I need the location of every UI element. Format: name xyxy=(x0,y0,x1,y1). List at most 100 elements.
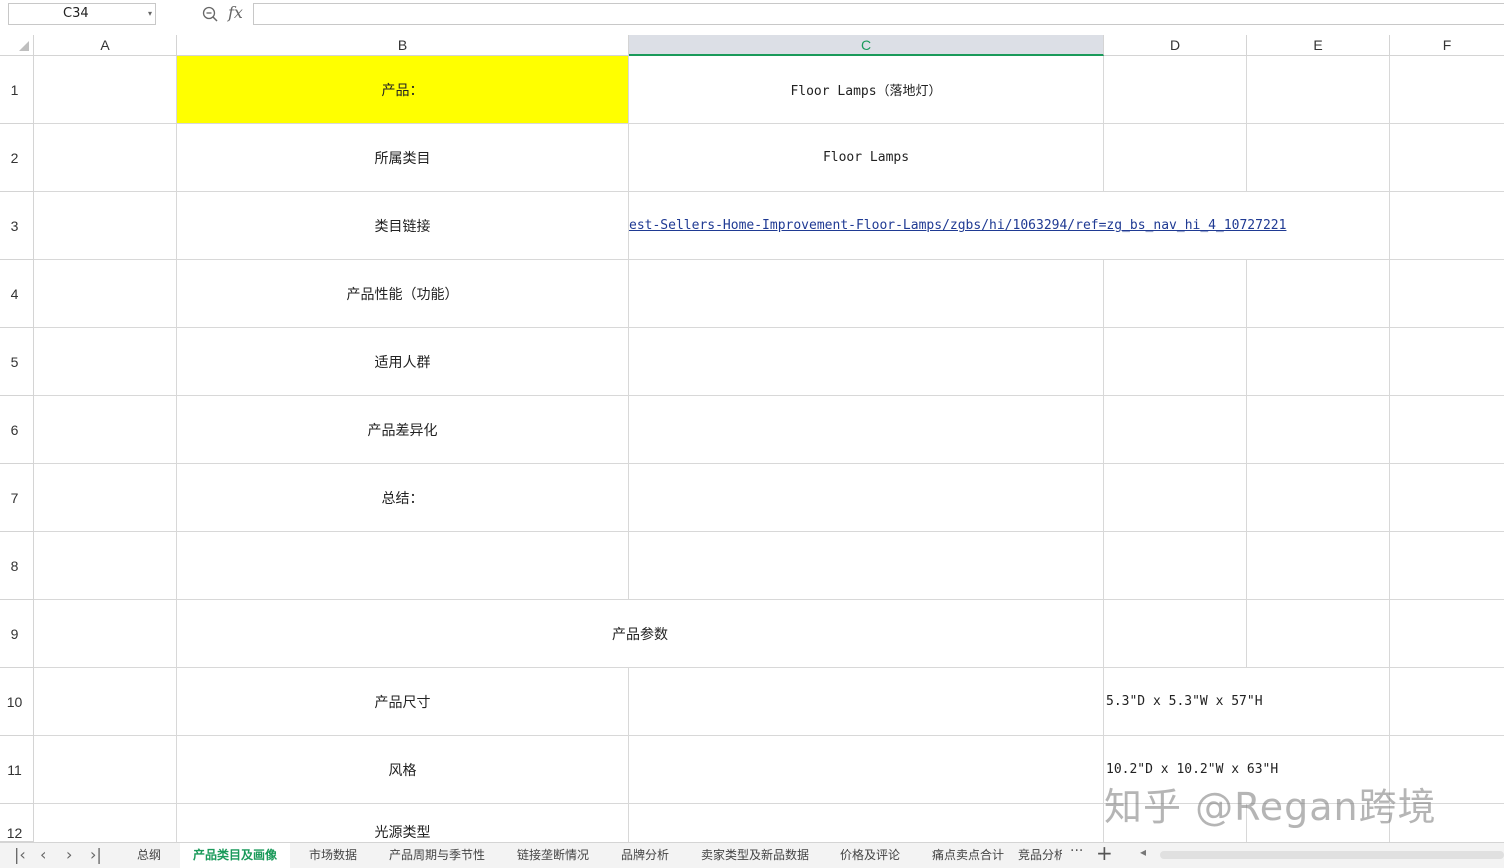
cell-f9[interactable] xyxy=(1390,600,1504,668)
cell-f4[interactable] xyxy=(1390,260,1504,328)
cell-f7[interactable] xyxy=(1390,464,1504,532)
zoom-out-icon[interactable] xyxy=(202,6,218,22)
cell-a3[interactable] xyxy=(34,192,177,260)
cell-c8[interactable] xyxy=(629,532,1104,600)
row-header-6[interactable]: 6 xyxy=(0,396,34,464)
cell-e1[interactable] xyxy=(1247,56,1390,124)
category-link[interactable]: est-Sellers-Home-Improvement-Floor-Lamps… xyxy=(629,218,1286,233)
cell-f6[interactable] xyxy=(1390,396,1504,464)
name-box[interactable]: C34 ▾ xyxy=(8,3,156,25)
cell-a9[interactable] xyxy=(34,600,177,668)
sheet-tab-2[interactable]: 市场数据 xyxy=(298,843,368,868)
cell-d8[interactable] xyxy=(1104,532,1247,600)
formula-input[interactable] xyxy=(253,3,1504,25)
cell-c10[interactable] xyxy=(629,668,1104,736)
cell-f8[interactable] xyxy=(1390,532,1504,600)
cell-b4[interactable]: 产品性能（功能） xyxy=(177,260,629,328)
cell-c12[interactable] xyxy=(629,804,1104,842)
cell-b8[interactable] xyxy=(177,532,629,600)
sheet-tab-0[interactable]: 总纲 xyxy=(124,843,174,868)
sheet-tab-5[interactable]: 品牌分析 xyxy=(608,843,682,868)
sheet-tab-3[interactable]: 产品周期与季节性 xyxy=(376,843,498,868)
cell-d7[interactable] xyxy=(1104,464,1247,532)
cell-e5[interactable] xyxy=(1247,328,1390,396)
row-header-1[interactable]: 1 xyxy=(0,56,34,124)
cell-d6[interactable] xyxy=(1104,396,1247,464)
cell-d10[interactable]: 5.3"D x 5.3"W x 57"H xyxy=(1104,668,1390,736)
cell-a1[interactable] xyxy=(34,56,177,124)
cell-c11[interactable] xyxy=(629,736,1104,804)
cell-b11[interactable]: 风格 xyxy=(177,736,629,804)
row-header-12[interactable]: 12 xyxy=(0,804,34,842)
cell-b3[interactable]: 类目链接 xyxy=(177,192,629,260)
cell-d9[interactable] xyxy=(1104,600,1247,668)
column-header-d[interactable]: D xyxy=(1104,35,1247,56)
cell-d5[interactable] xyxy=(1104,328,1247,396)
sheet-tab-9[interactable]: 竞品分析 xyxy=(1018,843,1062,868)
cell-b2[interactable]: 所属类目 xyxy=(177,124,629,192)
more-sheets-icon[interactable]: ··· xyxy=(1070,843,1083,859)
cell-d1[interactable] xyxy=(1104,56,1247,124)
cell-c6[interactable] xyxy=(629,396,1104,464)
sheet-tab-4[interactable]: 链接垄断情况 xyxy=(506,843,600,868)
cell-c3[interactable]: est-Sellers-Home-Improvement-Floor-Lamps… xyxy=(629,192,1390,260)
cell-b9-merged[interactable]: 产品参数 xyxy=(177,600,1104,668)
cell-c2[interactable]: Floor Lamps xyxy=(629,124,1104,192)
column-header-b[interactable]: B xyxy=(177,35,629,56)
cell-b10[interactable]: 产品尺寸 xyxy=(177,668,629,736)
sheet-tab-6[interactable]: 卖家类型及新品数据 xyxy=(690,843,820,868)
cell-a12[interactable] xyxy=(34,804,177,842)
cell-e6[interactable] xyxy=(1247,396,1390,464)
column-header-c[interactable]: C xyxy=(629,35,1104,56)
scrollbar-thumb[interactable] xyxy=(1160,851,1504,859)
row-header-4[interactable]: 4 xyxy=(0,260,34,328)
first-sheet-icon[interactable]: |‹ xyxy=(14,845,26,864)
cell-a2[interactable] xyxy=(34,124,177,192)
next-sheet-icon[interactable]: › xyxy=(66,845,72,864)
cell-e4[interactable] xyxy=(1247,260,1390,328)
select-all-corner[interactable] xyxy=(0,35,34,56)
cell-a8[interactable] xyxy=(34,532,177,600)
cell-c1[interactable]: Floor Lamps（落地灯） xyxy=(629,56,1104,124)
cell-e8[interactable] xyxy=(1247,532,1390,600)
last-sheet-icon[interactable]: ›| xyxy=(90,845,102,864)
cell-f1[interactable] xyxy=(1390,56,1504,124)
row-header-7[interactable]: 7 xyxy=(0,464,34,532)
column-header-e[interactable]: E xyxy=(1247,35,1390,56)
row-header-3[interactable]: 3 xyxy=(0,192,34,260)
prev-sheet-icon[interactable]: ‹ xyxy=(40,845,46,864)
cell-d4[interactable] xyxy=(1104,260,1247,328)
row-header-8[interactable]: 8 xyxy=(0,532,34,600)
row-header-5[interactable]: 5 xyxy=(0,328,34,396)
cell-a6[interactable] xyxy=(34,396,177,464)
cell-b12[interactable]: 光源类型 xyxy=(177,804,629,842)
row-header-11[interactable]: 11 xyxy=(0,736,34,804)
cell-d2[interactable] xyxy=(1104,124,1247,192)
cell-f3[interactable] xyxy=(1390,192,1504,260)
cell-a11[interactable] xyxy=(34,736,177,804)
cell-b7[interactable]: 总结： xyxy=(177,464,629,532)
cell-e9[interactable] xyxy=(1247,600,1390,668)
cell-f5[interactable] xyxy=(1390,328,1504,396)
sheet-tab-8[interactable]: 痛点卖点合计 xyxy=(920,843,1016,868)
row-header-2[interactable]: 2 xyxy=(0,124,34,192)
column-header-f[interactable]: F xyxy=(1390,35,1504,56)
cell-b6[interactable]: 产品差异化 xyxy=(177,396,629,464)
row-header-9[interactable]: 9 xyxy=(0,600,34,668)
cell-b5[interactable]: 适用人群 xyxy=(177,328,629,396)
cell-b1[interactable]: 产品： xyxy=(177,56,629,124)
sheet-tab-7[interactable]: 价格及评论 xyxy=(828,843,912,868)
sheet-tab-1[interactable]: 产品类目及画像 xyxy=(180,843,290,868)
cell-c4[interactable] xyxy=(629,260,1104,328)
scroll-left-icon[interactable]: ◂ xyxy=(1140,845,1146,859)
cell-c7[interactable] xyxy=(629,464,1104,532)
row-header-10[interactable]: 10 xyxy=(0,668,34,736)
cell-e7[interactable] xyxy=(1247,464,1390,532)
horizontal-scrollbar[interactable]: ◂ xyxy=(1140,845,1504,861)
cell-c5[interactable] xyxy=(629,328,1104,396)
fx-icon[interactable]: fx xyxy=(228,3,243,22)
cell-e2[interactable] xyxy=(1247,124,1390,192)
chevron-down-icon[interactable]: ▾ xyxy=(148,4,152,24)
cell-a10[interactable] xyxy=(34,668,177,736)
column-header-a[interactable]: A xyxy=(34,35,177,56)
